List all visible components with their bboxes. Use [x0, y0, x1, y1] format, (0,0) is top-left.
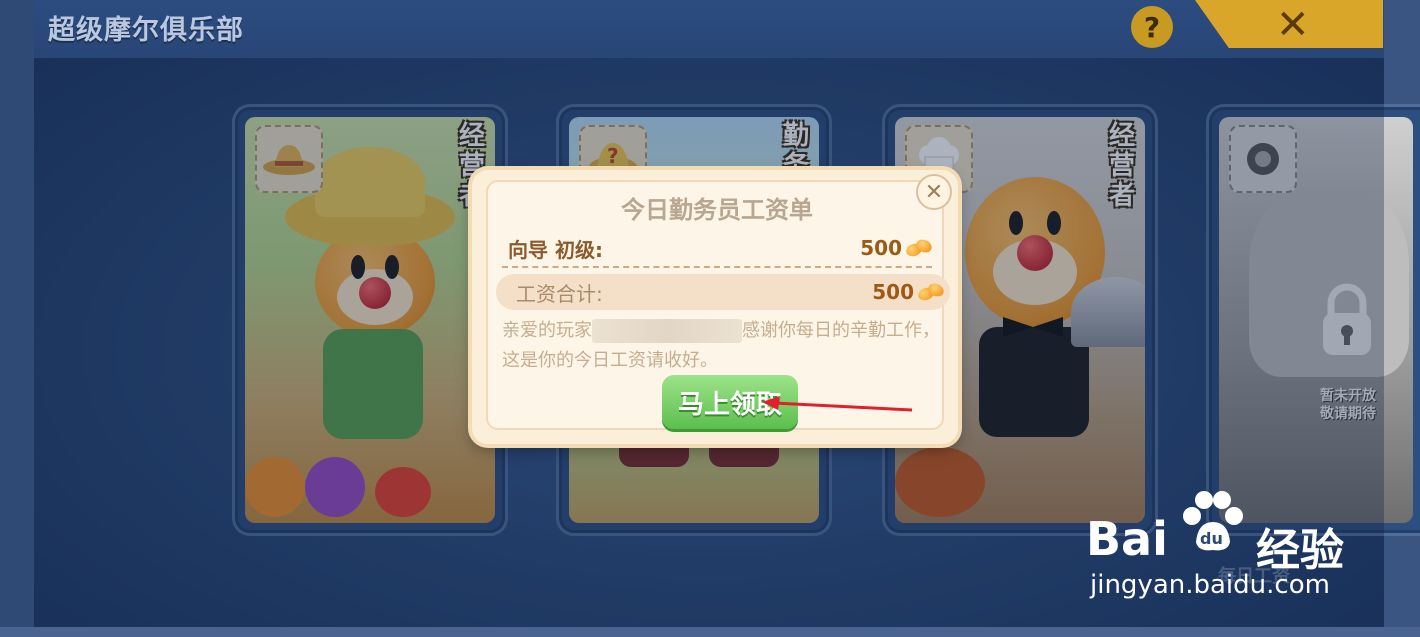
dialog-close-button[interactable]: ✕ — [916, 174, 952, 210]
page-title: 超级摩尔俱乐部 — [48, 15, 244, 46]
thank-you-message: 亲爱的玩家 感谢你每日的辛勤工作，这是你的今日工资请收好。 — [502, 316, 942, 376]
total-label: 工资合计: — [516, 281, 603, 306]
job-value: 500 — [860, 236, 932, 260]
message-greeting: 亲爱的玩家 — [502, 320, 592, 341]
total-wage-row: 工资合计: 500 — [496, 274, 950, 310]
watermark-brand: Bai — [1086, 512, 1168, 566]
left-frame — [0, 0, 34, 637]
job-label: 向导 初级: — [508, 237, 603, 262]
mole-bean-icon — [918, 282, 944, 302]
question-icon: ? — [1143, 10, 1161, 44]
bottom-frame — [0, 627, 1420, 637]
total-amount: 500 — [872, 280, 914, 304]
svg-text:du: du — [1200, 529, 1223, 548]
total-value: 500 — [872, 280, 944, 304]
watermark-url: jingyan.baidu.com — [1090, 570, 1330, 600]
help-button[interactable]: ? — [1131, 6, 1173, 48]
dialog-panel: 今日勤务员工资单 向导 初级: 500 工资合计: 500 亲爱的玩家 感谢你每日… — [486, 180, 950, 430]
paw-icon: du — [1183, 491, 1243, 551]
watermark-cn: 经验 — [1256, 525, 1344, 576]
job-amount: 500 — [860, 236, 902, 260]
red-arrow-annotation — [762, 396, 913, 412]
close-icon[interactable]: ✕ — [1276, 2, 1310, 48]
baidu-jingyan-watermark: Bai du 经验 jingyan.baidu.com — [1086, 484, 1386, 604]
redacted-player-name — [592, 319, 742, 343]
job-wage-row: 向导 初级: 500 — [502, 230, 932, 268]
mole-bean-icon — [906, 238, 932, 258]
dialog-title: 今日勤务员工资单 — [621, 196, 813, 224]
close-icon: ✕ — [924, 179, 944, 205]
